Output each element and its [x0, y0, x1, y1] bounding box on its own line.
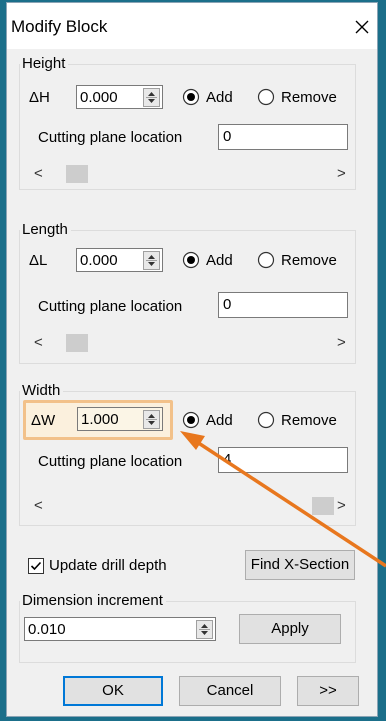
chevron-left-icon[interactable]: < [34, 497, 43, 514]
delta-w-label: ΔW [31, 412, 56, 429]
delta-h-spin-buttons[interactable] [143, 88, 160, 107]
dimension-increment-label: Dimension increment [20, 593, 166, 609]
height-remove-radio[interactable] [257, 88, 275, 106]
delta-l-label: ΔL [29, 252, 48, 269]
chevron-right-icon[interactable]: > [337, 497, 346, 514]
height-cut-label: Cutting plane location [38, 129, 183, 146]
dimension-increment-spin-buttons[interactable] [196, 620, 213, 639]
find-xsection-button[interactable]: Find X-Section [245, 550, 355, 580]
chevron-right-icon[interactable]: > [337, 334, 346, 351]
length-remove-label: Remove [281, 252, 337, 269]
apply-button[interactable]: Apply [239, 614, 341, 644]
height-add-label: Add [206, 89, 233, 106]
update-drill-depth-checkbox[interactable] [28, 558, 44, 574]
delta-w-spin-buttons[interactable] [143, 410, 160, 429]
length-group-label: Length [20, 222, 71, 238]
length-cut-input[interactable]: 0 [218, 292, 348, 318]
width-group-label: Width [20, 383, 64, 399]
dimension-increment-spinner[interactable]: 0.010 [24, 617, 216, 641]
width-cut-label: Cutting plane location [38, 453, 183, 470]
width-add-label: Add [206, 412, 233, 429]
modify-block-dialog: Modify Block Height ΔH 0.000 Add Remove … [6, 2, 378, 717]
dimension-increment-group: Dimension increment 0.010 Apply [19, 593, 356, 663]
width-group: Width ΔW 1.000 Add Remove Cutting plane … [19, 383, 356, 526]
length-scroll-thumb[interactable] [66, 334, 88, 352]
ok-button[interactable]: OK [63, 676, 163, 706]
width-remove-radio[interactable] [257, 411, 275, 429]
delta-h-label: ΔH [29, 89, 50, 106]
delta-h-spinner[interactable]: 0.000 [76, 85, 163, 109]
height-group: Height ΔH 0.000 Add Remove Cutting plane… [19, 56, 356, 190]
close-icon[interactable] [348, 13, 376, 41]
length-scrollbar[interactable]: < > [32, 334, 350, 352]
width-scrollbar[interactable]: < > [32, 497, 350, 515]
length-cut-label: Cutting plane location [38, 298, 183, 315]
chevron-left-icon[interactable]: < [34, 165, 43, 182]
chevron-left-icon[interactable]: < [34, 334, 43, 351]
delta-w-spinner[interactable]: 1.000 [77, 407, 163, 431]
width-add-radio[interactable] [182, 411, 200, 429]
delta-l-spinner[interactable]: 0.000 [76, 248, 163, 272]
height-group-label: Height [20, 56, 69, 72]
chevron-right-icon[interactable]: > [337, 165, 346, 182]
length-add-radio[interactable] [182, 251, 200, 269]
more-button[interactable]: >> [297, 676, 359, 706]
update-drill-depth-label: Update drill depth [49, 557, 167, 574]
delta-h-value: 0.000 [80, 89, 118, 106]
length-remove-radio[interactable] [257, 251, 275, 269]
height-add-radio[interactable] [182, 88, 200, 106]
height-scrollbar[interactable]: < > [32, 165, 350, 183]
width-scroll-thumb[interactable] [312, 497, 334, 515]
delta-l-spin-buttons[interactable] [143, 251, 160, 270]
height-cut-input[interactable]: 0 [218, 124, 348, 150]
length-add-label: Add [206, 252, 233, 269]
width-cut-input[interactable]: 4 [218, 447, 348, 473]
title-bar: Modify Block [7, 3, 377, 49]
delta-w-value: 1.000 [81, 411, 119, 428]
width-remove-label: Remove [281, 412, 337, 429]
cancel-button[interactable]: Cancel [179, 676, 281, 706]
delta-l-value: 0.000 [80, 252, 118, 269]
height-remove-label: Remove [281, 89, 337, 106]
height-scroll-thumb[interactable] [66, 165, 88, 183]
dimension-increment-value: 0.010 [28, 621, 66, 638]
length-group: Length ΔL 0.000 Add Remove Cutting plane… [19, 222, 356, 364]
checkmark-icon [30, 561, 42, 571]
dialog-title: Modify Block [11, 17, 108, 36]
